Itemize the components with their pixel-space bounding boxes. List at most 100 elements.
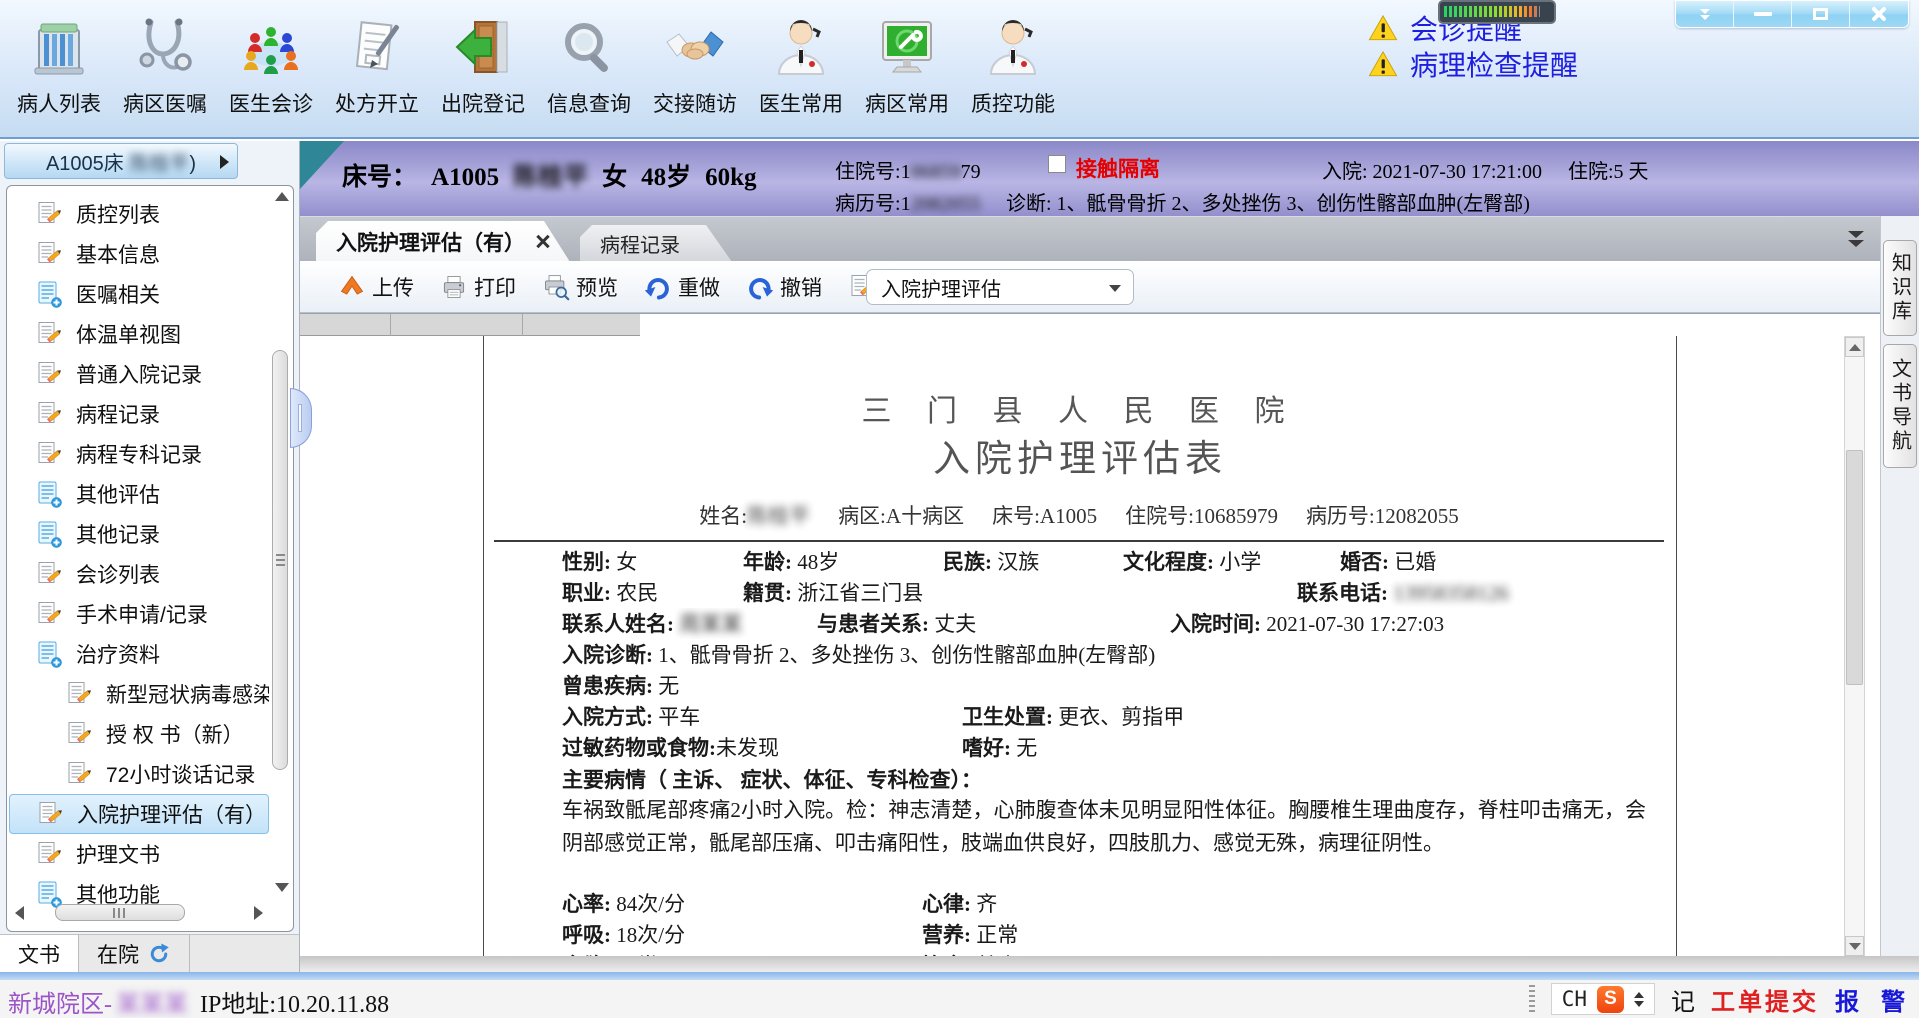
chevron-down-icon [1848, 240, 1864, 247]
window-controls [1675, 0, 1909, 28]
tab-documents[interactable]: 文书 [0, 935, 79, 973]
campus-label: 新城院区- [8, 984, 112, 1018]
sidebar-item-specialty-progress-notes[interactable]: 病程专科记录 [9, 434, 269, 474]
sidebar-bottom-tabs: 文书 在院 [0, 934, 299, 972]
alarm-button[interactable]: 报 警 [1835, 982, 1913, 1017]
toolbar-item-ward-common[interactable]: 病区常用 [854, 8, 960, 130]
toolbar-item-patient-list[interactable]: 病人列表 [6, 8, 112, 130]
narrative-text: 车祸致骶尾部疼痛2小时入院。检：神志清楚，心肺腹查体未见明显阳性体征。胸腰椎生理… [562, 794, 1646, 860]
toolbar-item-info-query[interactable]: 信息查询 [536, 8, 642, 130]
document-nav-list: 质控列表基本信息医嘱相关体温单视图普通入院记录病程记录病程专科记录其他评估其他记… [9, 194, 269, 914]
redo-button[interactable]: 重做 [644, 272, 720, 302]
upload-icon [338, 273, 366, 301]
sidebar-item-label: 基本信息 [76, 239, 160, 269]
doc-field: 心律: 齐 [922, 888, 997, 918]
sidebar-item-treatment-data[interactable]: 治疗资料 [9, 634, 269, 674]
ime-expand-icon[interactable] [1634, 992, 1644, 1007]
scroll-down-button[interactable] [1845, 936, 1864, 956]
sidebar-horizontal-scrollbar[interactable] [15, 904, 263, 922]
toolbar-item-doctor-consult[interactable]: 医生会诊 [218, 8, 324, 130]
sidebar-item-general-admission-record[interactable]: 普通入院记录 [9, 354, 269, 394]
sidebar-item-other-records[interactable]: 其他记录 [9, 514, 269, 554]
window-minimize-button[interactable] [1734, 1, 1792, 27]
document-page[interactable]: 三 门 县 人 民 医 院 入院护理评估表 姓名:陈桂平病区:A十病区床号:A1… [483, 336, 1677, 956]
chevron-double-down-icon [1700, 9, 1710, 20]
sidebar-item-other-assessments[interactable]: 其他评估 [9, 474, 269, 514]
sidebar-item-consult-list[interactable]: 会诊列表 [9, 554, 269, 594]
sogou-ime-icon[interactable]: S [1597, 986, 1624, 1013]
window-maximize-button[interactable] [1792, 1, 1850, 27]
doc-field: 婚否: 已婚 [1340, 546, 1436, 576]
right-side-strip: 知识库 文书导航 [1880, 216, 1919, 956]
vtab-doc-navigation[interactable]: 文书导航 [1883, 344, 1917, 468]
scrolled-grid-header [300, 314, 640, 336]
vtab-knowledge-base[interactable]: 知识库 [1883, 240, 1917, 336]
tab-admission-nursing-assessment[interactable]: 入院护理评估（有） [316, 221, 570, 262]
status-right: CH S 记 工单提交 报 警 [1529, 982, 1913, 1016]
undo-button[interactable]: 撤销 [746, 272, 822, 302]
sidebar-vertical-scrollbar[interactable] [272, 192, 290, 892]
doc-row: 过敏药物或食物:未发现嗜好: 无 [562, 732, 1654, 763]
toolbar-item-handover-followup[interactable]: 交接随访 [642, 8, 748, 130]
viewer-vertical-scrollbar[interactable] [1844, 336, 1865, 956]
scroll-left-icon[interactable] [15, 906, 24, 920]
tab-in-hospital[interactable]: 在院 [79, 935, 190, 973]
pathology-alert[interactable]: 病理检查提醒 [1368, 44, 1578, 84]
window-collapse-button[interactable] [1676, 1, 1734, 27]
doc-field: 入院时间: 2021-07-30 17:27:03 [1170, 608, 1444, 638]
scroll-down-icon[interactable] [275, 883, 289, 892]
sidebar-item-order-related[interactable]: 医嘱相关 [9, 274, 269, 314]
edit-doc-icon [35, 400, 63, 428]
contact-isolation-checkbox[interactable] [1048, 155, 1066, 173]
doc-info-field: 床号:A1005 [992, 500, 1097, 530]
sidebar-item-progress-notes[interactable]: 病程记录 [9, 394, 269, 434]
tab-overflow-button[interactable] [1848, 231, 1864, 247]
medical-record-number: 病历号:12082055 [835, 187, 981, 216]
toolbar-item-doctor-common[interactable]: 医生常用 [748, 8, 854, 130]
sidebar-item-covid-infection[interactable]: 新型冠状病毒感染 [9, 674, 269, 714]
upload-button[interactable]: 上传 [338, 272, 414, 302]
doctor-icon [981, 16, 1045, 80]
toolbar-item-discharge-register[interactable]: 出院登记 [430, 8, 536, 130]
tab-progress-notes[interactable]: 病程记录 [580, 225, 732, 262]
scroll-up-button[interactable] [1845, 337, 1864, 357]
sidebar-item-admission-nursing-assessment[interactable]: 入院护理评估（有） [9, 794, 269, 834]
doc-row: 职业: 农民籍贯: 浙江省三门县联系电话: 13958358126 [562, 577, 1654, 608]
building-icon [27, 16, 91, 80]
sidebar-item-authorization-new[interactable]: 授 权 书（新） [9, 714, 269, 754]
tab-close-icon[interactable] [536, 235, 550, 249]
sidebar-item-surgery-request-record[interactable]: 手术申请/记录 [9, 594, 269, 634]
document-fields-vitals: 心率: 84次/分心律: 齐呼吸: 18次/分营养: 正常食欲: 正常饮食: 普… [562, 888, 1654, 956]
scrollbar-thumb[interactable] [55, 904, 185, 921]
sidebar-item-temperature-chart[interactable]: 体温单视图 [9, 314, 269, 354]
toolbar-item-qc-functions[interactable]: 质控功能 [960, 8, 1066, 130]
scrollbar-thumb[interactable] [1846, 450, 1863, 685]
sidebar-item-talk-record-72h[interactable]: 72小时谈话记录 [9, 754, 269, 794]
sidebar: A1005床 陈桂平) 质控列表基本信息医嘱相关体温单视图普通入院记录病程记录病… [0, 141, 300, 972]
sidebar-item-basic-info[interactable]: 基本信息 [9, 234, 269, 274]
contact-isolation-label: 接触隔离 [1076, 153, 1160, 183]
warning-icon [1368, 14, 1398, 42]
scrollbar-thumb[interactable] [272, 350, 288, 770]
note-label: 记 [1671, 982, 1695, 1017]
edit-doc-icon [65, 720, 93, 748]
sidebar-item-label: 医嘱相关 [76, 279, 160, 309]
bed-selector-button[interactable]: A1005床 陈桂平) [4, 143, 238, 179]
print-button[interactable]: 打印 [440, 272, 516, 302]
ime-language-toggle[interactable]: CH [1562, 987, 1587, 1011]
toolbar-item-prescription[interactable]: 处方开立 [324, 8, 430, 130]
scroll-right-icon[interactable] [254, 906, 263, 920]
toolbar-item-ward-orders[interactable]: 病区医嘱 [112, 8, 218, 130]
doc-row: 入院方式: 平车卫生处置: 更衣、剪指甲 [562, 701, 1654, 732]
refresh-icon[interactable] [147, 942, 171, 966]
sidebar-item-qc-list[interactable]: 质控列表 [9, 194, 269, 234]
scroll-up-icon[interactable] [275, 192, 289, 201]
preview-button[interactable]: 预览 [542, 272, 618, 302]
redo-icon [644, 273, 672, 301]
sidebar-item-label: 体温单视图 [76, 319, 181, 349]
template-select[interactable]: 入院护理评估 [866, 269, 1134, 305]
window-close-button[interactable] [1850, 1, 1908, 27]
ticket-submit-button[interactable]: 工单提交 [1711, 982, 1819, 1017]
sidebar-item-nursing-documents[interactable]: 护理文书 [9, 834, 269, 874]
doc-field: 与患者关系: 丈夫 [817, 608, 1170, 638]
